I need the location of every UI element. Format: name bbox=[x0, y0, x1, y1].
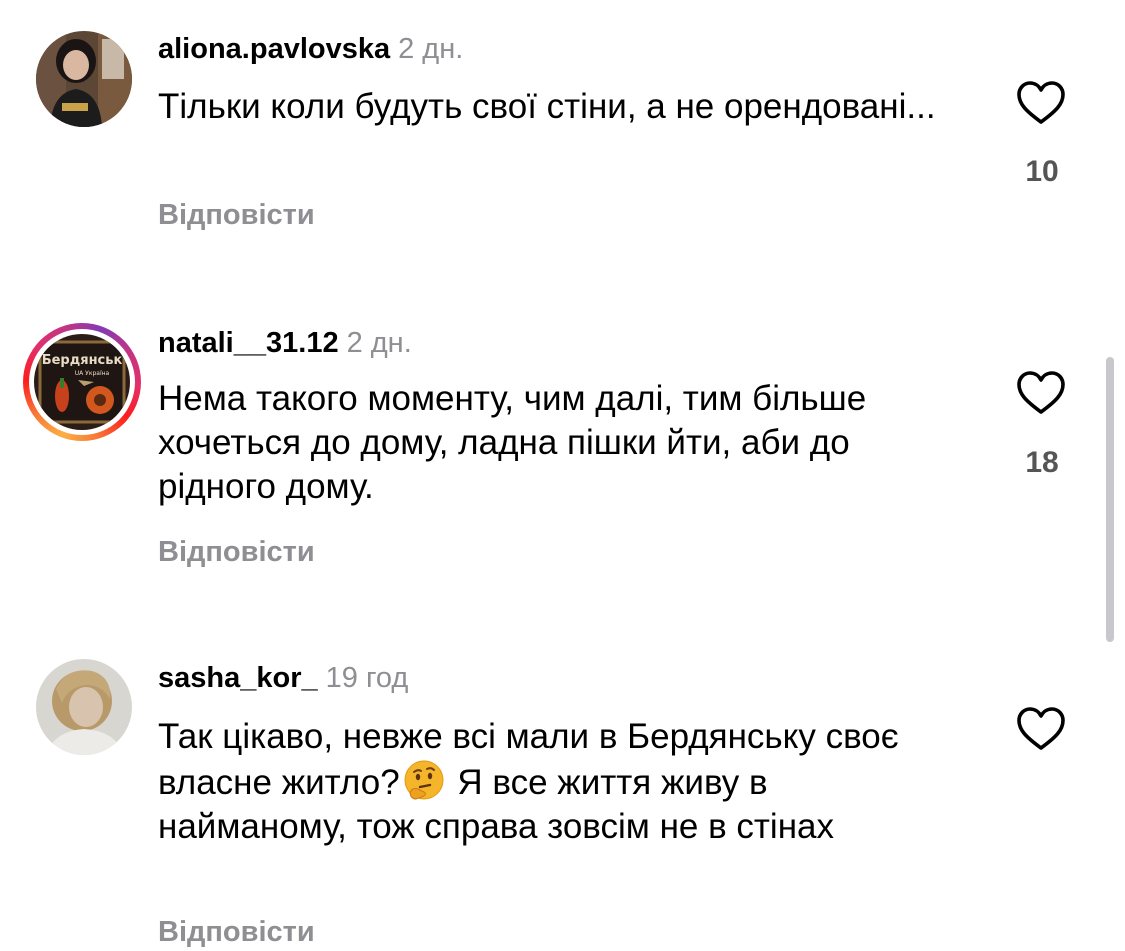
timestamp: 2 дн. bbox=[346, 327, 412, 359]
reply-button[interactable]: Відповісти bbox=[158, 916, 315, 949]
username[interactable]: sasha_kor_ bbox=[158, 662, 318, 694]
comment-text: Нема такого моменту, чим далі, тим більш… bbox=[158, 379, 867, 506]
like-count[interactable]: 10 bbox=[1000, 155, 1084, 189]
username[interactable]: natali__31.12 bbox=[158, 327, 339, 359]
timestamp: 2 дн. bbox=[398, 33, 464, 65]
avatar[interactable] bbox=[36, 659, 132, 755]
like-count[interactable]: 18 bbox=[1000, 446, 1084, 480]
avatar: Бердянськ UA Україна bbox=[34, 334, 130, 430]
avatar-photo bbox=[36, 659, 132, 755]
avatar-story-ring[interactable]: Бердянськ UA Україна bbox=[23, 323, 141, 441]
comment-meta: sasha_kor_ 19 год bbox=[158, 660, 408, 696]
username[interactable]: aliona.pavlovska bbox=[158, 33, 390, 65]
thinking-face-icon bbox=[404, 760, 444, 800]
reply-button[interactable]: Відповісти bbox=[158, 536, 315, 569]
reply-button[interactable]: Відповісти bbox=[158, 199, 315, 232]
comment-text: Так цікаво, невже всі мали в Бердянську … bbox=[158, 715, 958, 849]
scrollbar[interactable] bbox=[1106, 357, 1114, 642]
comment-meta: aliona.pavlovska 2 дн. bbox=[158, 31, 463, 67]
avatar-photo: Бердянськ UA Україна bbox=[34, 334, 130, 430]
avatar-text: Бердянськ bbox=[42, 353, 123, 368]
comments-screen: aliona.pavlovska 2 дн. Тільки коли будуть… bbox=[0, 0, 1125, 951]
avatar-subtext: UA Україна bbox=[75, 370, 110, 377]
heart-outline-icon[interactable] bbox=[1016, 370, 1066, 416]
comment-text: Тільки коли будуть свої стіни, а не орен… bbox=[158, 87, 936, 126]
comment-meta: natali__31.12 2 дн. bbox=[158, 325, 412, 361]
heart-outline-icon[interactable] bbox=[1016, 80, 1066, 126]
timestamp: 19 год bbox=[325, 662, 409, 694]
heart-outline-icon[interactable] bbox=[1016, 706, 1066, 752]
avatar[interactable] bbox=[36, 31, 132, 127]
avatar-photo bbox=[36, 31, 132, 127]
